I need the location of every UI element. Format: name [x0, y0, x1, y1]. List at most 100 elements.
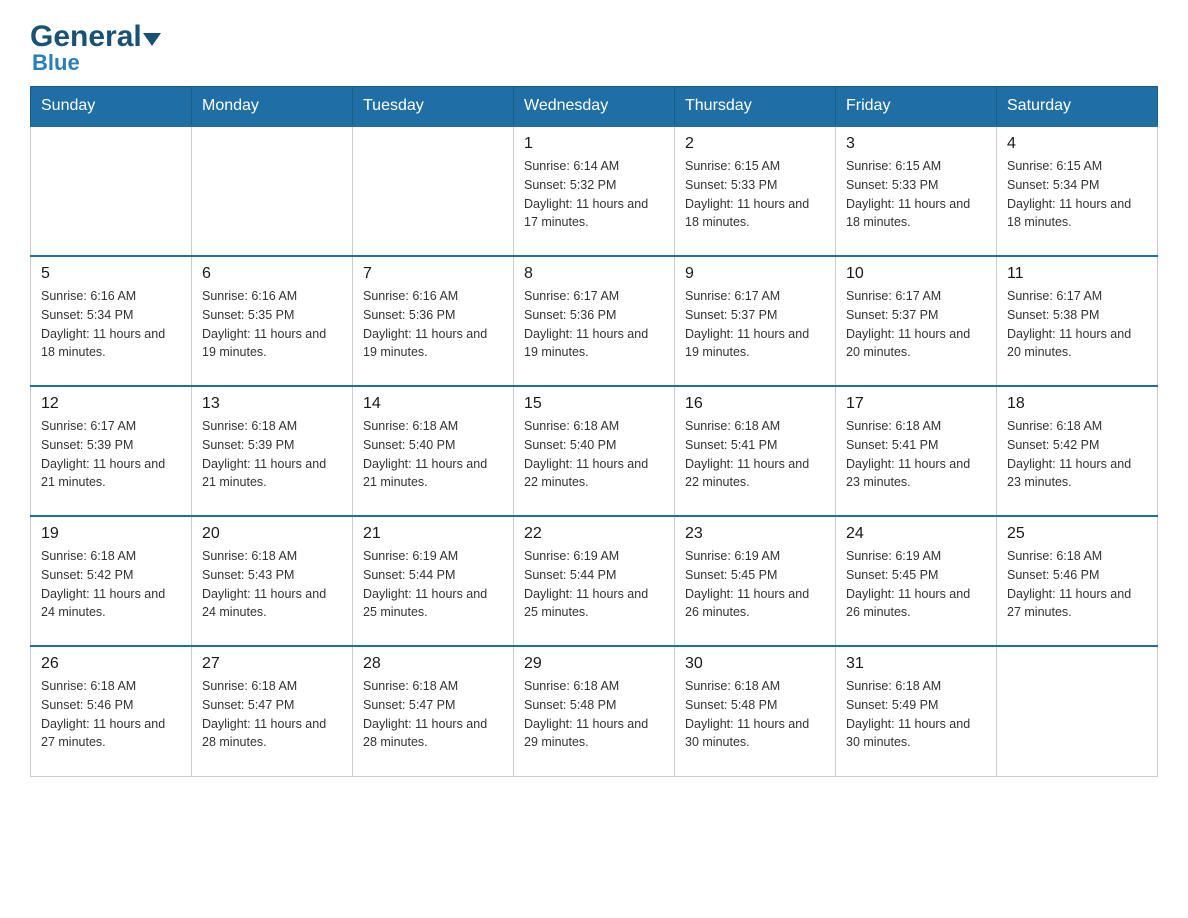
- calendar-week-row: 12 Sunrise: 6:17 AM Sunset: 5:39 PM Dayli…: [31, 386, 1158, 516]
- calendar-cell: 20 Sunrise: 6:18 AM Sunset: 5:43 PM Dayli…: [192, 516, 353, 646]
- day-info: Sunrise: 6:17 AM Sunset: 5:37 PM Dayligh…: [846, 287, 986, 362]
- calendar-header-row: SundayMondayTuesdayWednesdayThursdayFrid…: [31, 87, 1158, 127]
- calendar-cell: 11 Sunrise: 6:17 AM Sunset: 5:38 PM Dayli…: [997, 256, 1158, 386]
- day-info: Sunrise: 6:18 AM Sunset: 5:42 PM Dayligh…: [41, 547, 181, 622]
- day-info: Sunrise: 6:18 AM Sunset: 5:39 PM Dayligh…: [202, 417, 342, 492]
- calendar-table: SundayMondayTuesdayWednesdayThursdayFrid…: [30, 86, 1158, 777]
- calendar-cell: 17Sunrise: 6:18 AM Sunset: 5:41 PM Dayli…: [836, 386, 997, 516]
- day-info: Sunrise: 6:16 AM Sunset: 5:35 PM Dayligh…: [202, 287, 342, 362]
- calendar-cell: 12 Sunrise: 6:17 AM Sunset: 5:39 PM Dayli…: [31, 386, 192, 516]
- calendar-week-row: 19 Sunrise: 6:18 AM Sunset: 5:42 PM Dayli…: [31, 516, 1158, 646]
- day-number: 21: [363, 525, 503, 543]
- day-info: Sunrise: 6:17 AM Sunset: 5:38 PM Dayligh…: [1007, 287, 1147, 362]
- day-info: Sunrise: 6:16 AM Sunset: 5:34 PM Dayligh…: [41, 287, 181, 362]
- day-info: Sunrise: 6:19 AM Sunset: 5:44 PM Dayligh…: [524, 547, 664, 622]
- day-number: 30: [685, 655, 825, 673]
- day-number: 12: [41, 395, 181, 413]
- calendar-cell: 25 Sunrise: 6:18 AM Sunset: 5:46 PM Dayli…: [997, 516, 1158, 646]
- calendar-cell: 16 Sunrise: 6:18 AM Sunset: 5:41 PM Dayli…: [675, 386, 836, 516]
- day-info: Sunrise: 6:17 AM Sunset: 5:39 PM Dayligh…: [41, 417, 181, 492]
- day-info: Sunrise: 6:18 AM Sunset: 5:48 PM Dayligh…: [685, 677, 825, 752]
- day-number: 25: [1007, 525, 1147, 543]
- calendar-cell: 19 Sunrise: 6:18 AM Sunset: 5:42 PM Dayli…: [31, 516, 192, 646]
- day-number: 27: [202, 655, 342, 673]
- calendar-cell: 15Sunrise: 6:18 AM Sunset: 5:40 PM Dayli…: [514, 386, 675, 516]
- day-info: Sunrise: 6:14 AM Sunset: 5:32 PM Dayligh…: [524, 157, 664, 232]
- day-number: 8: [524, 265, 664, 283]
- day-number: 19: [41, 525, 181, 543]
- day-info: Sunrise: 6:18 AM Sunset: 5:46 PM Dayligh…: [41, 677, 181, 752]
- calendar-cell: 18 Sunrise: 6:18 AM Sunset: 5:42 PM Dayli…: [997, 386, 1158, 516]
- calendar-cell: 23Sunrise: 6:19 AM Sunset: 5:45 PM Dayli…: [675, 516, 836, 646]
- day-number: 4: [1007, 135, 1147, 153]
- calendar-cell: 21 Sunrise: 6:19 AM Sunset: 5:44 PM Dayli…: [353, 516, 514, 646]
- calendar-cell: 1 Sunrise: 6:14 AM Sunset: 5:32 PM Daylig…: [514, 126, 675, 256]
- day-number: 5: [41, 265, 181, 283]
- calendar-cell: 8 Sunrise: 6:17 AM Sunset: 5:36 PM Daylig…: [514, 256, 675, 386]
- day-info: Sunrise: 6:16 AM Sunset: 5:36 PM Dayligh…: [363, 287, 503, 362]
- calendar-header-monday: Monday: [192, 87, 353, 127]
- day-number: 20: [202, 525, 342, 543]
- calendar-cell: 22 Sunrise: 6:19 AM Sunset: 5:44 PM Dayli…: [514, 516, 675, 646]
- day-info: Sunrise: 6:18 AM Sunset: 5:41 PM Dayligh…: [685, 417, 825, 492]
- logo: General Blue: [30, 20, 161, 76]
- calendar-header-wednesday: Wednesday: [514, 87, 675, 127]
- day-number: 29: [524, 655, 664, 673]
- calendar-cell: 24Sunrise: 6:19 AM Sunset: 5:45 PM Dayli…: [836, 516, 997, 646]
- day-info: Sunrise: 6:18 AM Sunset: 5:49 PM Dayligh…: [846, 677, 986, 752]
- day-number: 14: [363, 395, 503, 413]
- calendar-cell: 3 Sunrise: 6:15 AM Sunset: 5:33 PM Daylig…: [836, 126, 997, 256]
- day-info: Sunrise: 6:18 AM Sunset: 5:41 PM Dayligh…: [846, 417, 986, 492]
- day-number: 22: [524, 525, 664, 543]
- day-number: 1: [524, 135, 664, 153]
- calendar-cell: 28 Sunrise: 6:18 AM Sunset: 5:47 PM Dayli…: [353, 646, 514, 776]
- day-info: Sunrise: 6:17 AM Sunset: 5:36 PM Dayligh…: [524, 287, 664, 362]
- calendar-cell: 2Sunrise: 6:15 AM Sunset: 5:33 PM Daylig…: [675, 126, 836, 256]
- day-info: Sunrise: 6:19 AM Sunset: 5:45 PM Dayligh…: [685, 547, 825, 622]
- calendar-cell: 29Sunrise: 6:18 AM Sunset: 5:48 PM Dayli…: [514, 646, 675, 776]
- day-number: 26: [41, 655, 181, 673]
- logo-general-text: General: [30, 20, 142, 53]
- day-number: 3: [846, 135, 986, 153]
- calendar-cell: 9 Sunrise: 6:17 AM Sunset: 5:37 PM Daylig…: [675, 256, 836, 386]
- day-number: 18: [1007, 395, 1147, 413]
- day-number: 16: [685, 395, 825, 413]
- calendar-cell: 7 Sunrise: 6:16 AM Sunset: 5:36 PM Daylig…: [353, 256, 514, 386]
- calendar-cell: 14 Sunrise: 6:18 AM Sunset: 5:40 PM Dayli…: [353, 386, 514, 516]
- day-info: Sunrise: 6:15 AM Sunset: 5:33 PM Dayligh…: [846, 157, 986, 232]
- calendar-header-friday: Friday: [836, 87, 997, 127]
- day-number: 7: [363, 265, 503, 283]
- day-number: 9: [685, 265, 825, 283]
- day-info: Sunrise: 6:17 AM Sunset: 5:37 PM Dayligh…: [685, 287, 825, 362]
- day-number: 10: [846, 265, 986, 283]
- logo-general-row: General: [30, 20, 161, 54]
- day-number: 31: [846, 655, 986, 673]
- calendar-cell: 6Sunrise: 6:16 AM Sunset: 5:35 PM Daylig…: [192, 256, 353, 386]
- page-header: General Blue: [30, 20, 1158, 76]
- day-info: Sunrise: 6:15 AM Sunset: 5:34 PM Dayligh…: [1007, 157, 1147, 232]
- calendar-cell: 31 Sunrise: 6:18 AM Sunset: 5:49 PM Dayli…: [836, 646, 997, 776]
- calendar-header-thursday: Thursday: [675, 87, 836, 127]
- calendar-cell: 26 Sunrise: 6:18 AM Sunset: 5:46 PM Dayli…: [31, 646, 192, 776]
- day-info: Sunrise: 6:18 AM Sunset: 5:46 PM Dayligh…: [1007, 547, 1147, 622]
- day-info: Sunrise: 6:18 AM Sunset: 5:42 PM Dayligh…: [1007, 417, 1147, 492]
- day-number: 13: [202, 395, 342, 413]
- day-info: Sunrise: 6:18 AM Sunset: 5:43 PM Dayligh…: [202, 547, 342, 622]
- calendar-cell: [353, 126, 514, 256]
- day-number: 28: [363, 655, 503, 673]
- day-number: 24: [846, 525, 986, 543]
- day-info: Sunrise: 6:18 AM Sunset: 5:47 PM Dayligh…: [363, 677, 503, 752]
- day-info: Sunrise: 6:19 AM Sunset: 5:44 PM Dayligh…: [363, 547, 503, 622]
- day-info: Sunrise: 6:18 AM Sunset: 5:47 PM Dayligh…: [202, 677, 342, 752]
- day-info: Sunrise: 6:18 AM Sunset: 5:40 PM Dayligh…: [363, 417, 503, 492]
- calendar-header-saturday: Saturday: [997, 87, 1158, 127]
- day-number: 11: [1007, 265, 1147, 283]
- calendar-week-row: 1 Sunrise: 6:14 AM Sunset: 5:32 PM Daylig…: [31, 126, 1158, 256]
- logo-arrow-icon: [143, 33, 161, 51]
- calendar-cell: 13 Sunrise: 6:18 AM Sunset: 5:39 PM Dayli…: [192, 386, 353, 516]
- day-info: Sunrise: 6:18 AM Sunset: 5:40 PM Dayligh…: [524, 417, 664, 492]
- day-number: 2: [685, 135, 825, 153]
- logo-blue-text: Blue: [30, 50, 80, 76]
- calendar-cell: 27 Sunrise: 6:18 AM Sunset: 5:47 PM Dayli…: [192, 646, 353, 776]
- calendar-cell: [31, 126, 192, 256]
